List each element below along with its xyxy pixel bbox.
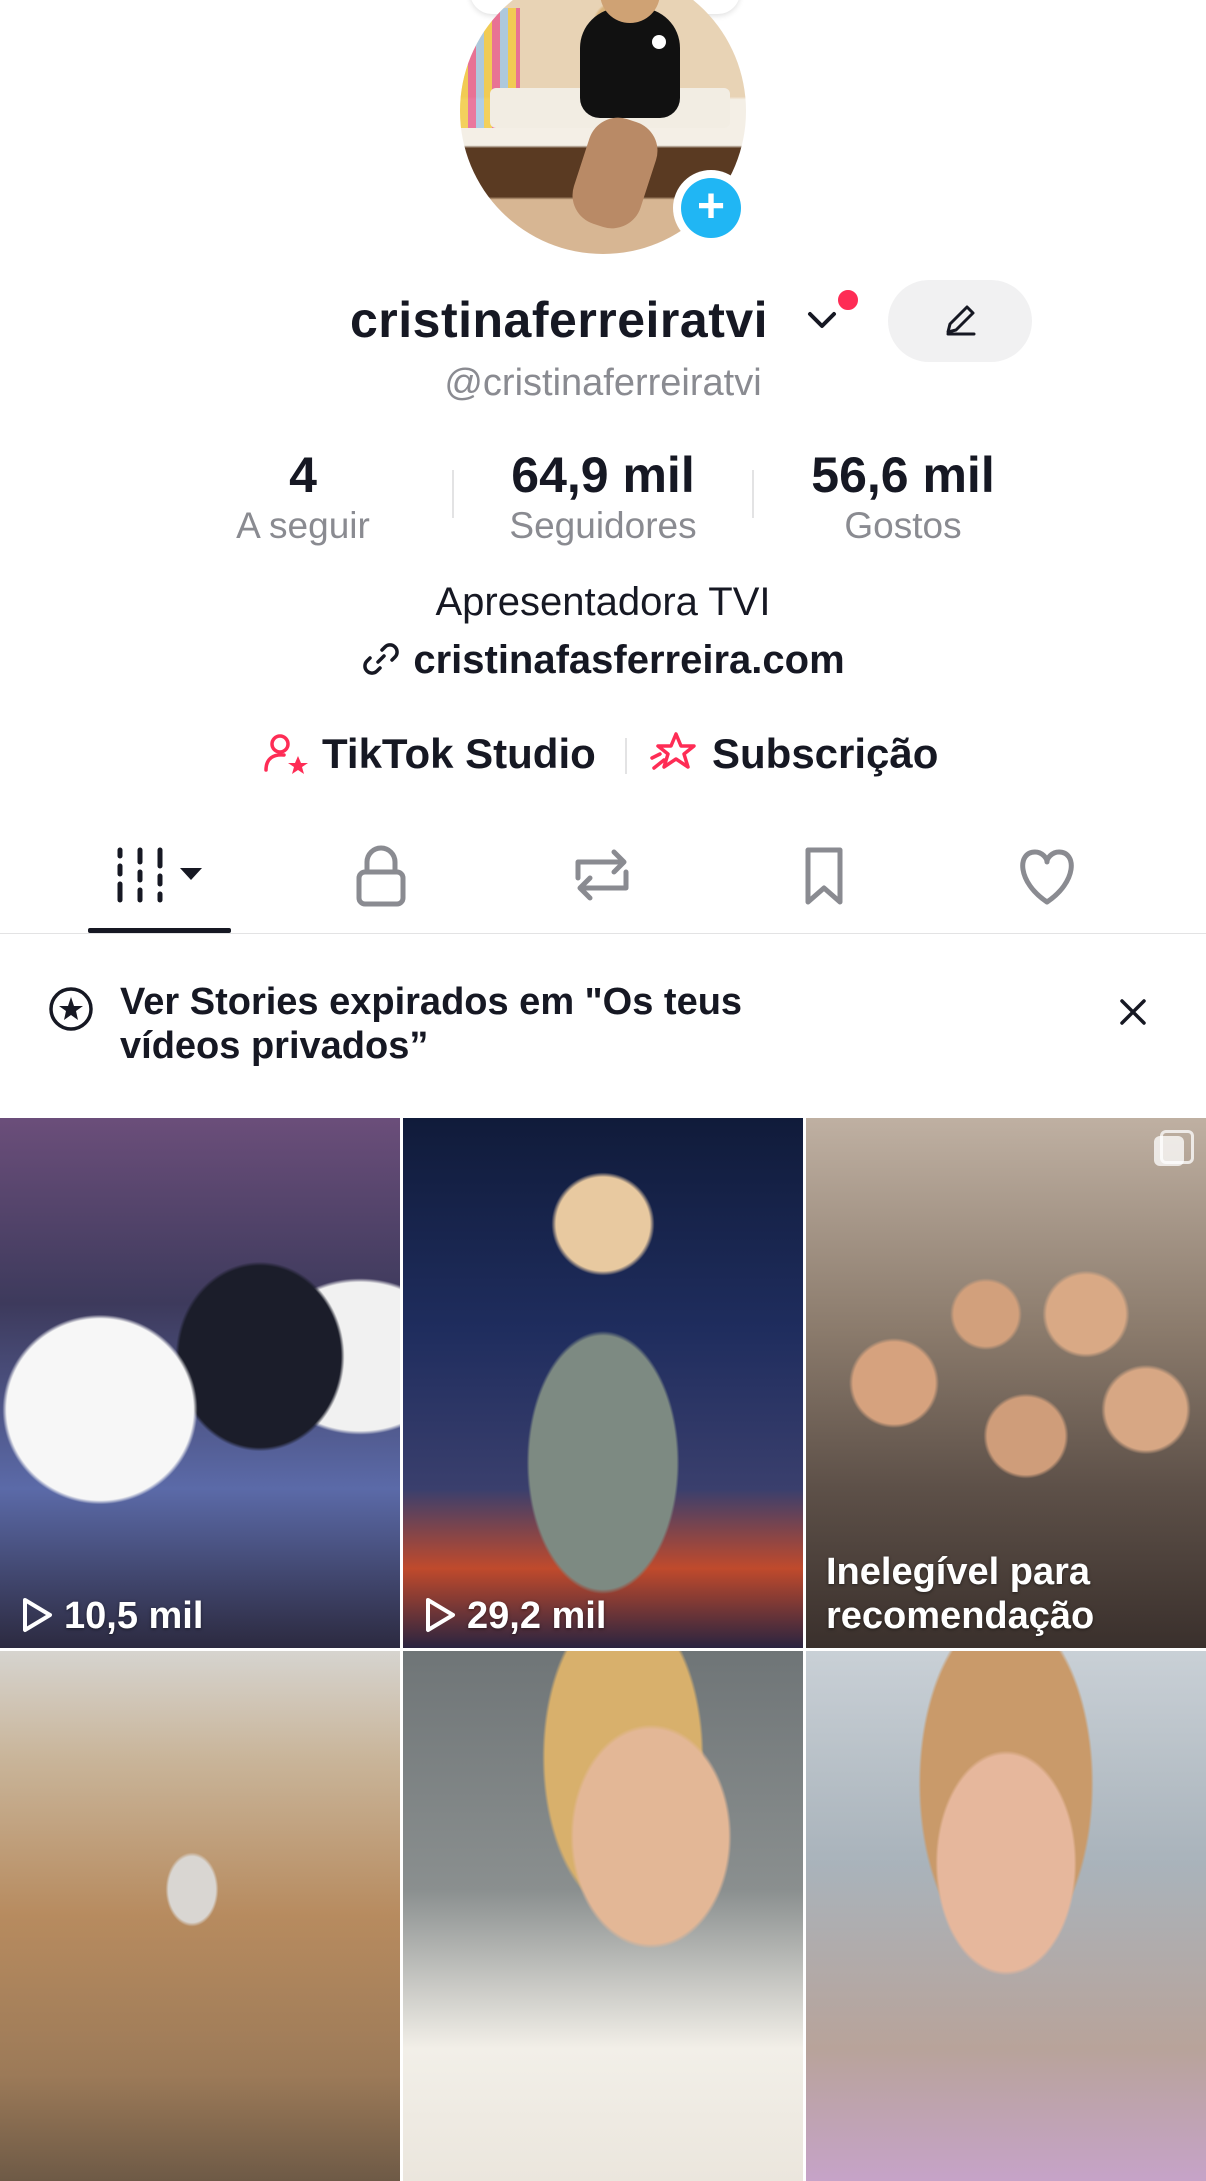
- video-thumbnail[interactable]: [0, 1651, 400, 2181]
- profile-bio: Apresentadora TVI: [435, 580, 771, 624]
- video-thumbnail[interactable]: Inelegível para recomendação: [806, 1118, 1206, 1648]
- subscription-button[interactable]: Subscrição: [650, 727, 938, 781]
- stat-likes[interactable]: 56,6 mil Gostos: [753, 445, 1053, 549]
- tabs-divider: [0, 933, 1206, 934]
- plus-icon: +: [681, 178, 741, 238]
- video-thumbnail[interactable]: 10,5 mil: [0, 1118, 400, 1648]
- video-thumbnail[interactable]: [403, 1651, 803, 2181]
- video-thumbnail[interactable]: [806, 1651, 1206, 2181]
- likes-label: Gostos: [844, 505, 962, 546]
- chevron-down-icon[interactable]: [805, 303, 839, 337]
- play-icon: [426, 1598, 455, 1632]
- followers-count: 64,9 mil: [511, 447, 695, 503]
- tiktok-studio-button[interactable]: TikTok Studio: [262, 727, 596, 781]
- repost-icon: [575, 849, 629, 901]
- following-count: 4: [289, 447, 317, 503]
- grid-filter-icon: [117, 847, 202, 903]
- bookmark-icon: [805, 847, 843, 905]
- likes-count: 56,6 mil: [811, 447, 995, 503]
- notification-dot: [835, 287, 861, 313]
- username[interactable]: cristinaferreiratvi: [350, 290, 768, 350]
- view-count: 29,2 mil: [423, 1594, 606, 1638]
- carousel-icon: [1154, 1130, 1194, 1166]
- website-link[interactable]: cristinafasferreira.com: [0, 635, 1206, 685]
- following-label: A seguir: [236, 505, 370, 546]
- view-count-text: 10,5 mil: [64, 1595, 204, 1637]
- close-icon[interactable]: [1116, 995, 1150, 1029]
- website-text: cristinafasferreira.com: [413, 638, 845, 682]
- tab-liked[interactable]: [987, 840, 1107, 910]
- add-story-button[interactable]: +: [673, 170, 749, 246]
- stories-icon: [49, 987, 93, 1031]
- pencil-icon: [946, 305, 976, 336]
- edit-profile-button[interactable]: [888, 280, 1032, 362]
- tab-private[interactable]: [321, 840, 441, 910]
- stat-followers[interactable]: 64,9 mil Seguidores: [453, 445, 753, 549]
- tab-videos[interactable]: [100, 840, 220, 910]
- lock-icon: [356, 845, 406, 907]
- heart-icon: [1020, 849, 1074, 905]
- view-count: 10,5 mil: [20, 1594, 203, 1638]
- ineligible-label: Inelegível para recomendação: [826, 1551, 1095, 1637]
- user-handle: @cristinaferreiratvi: [444, 362, 762, 404]
- play-icon: [23, 1598, 52, 1632]
- creator-star-icon: [264, 734, 308, 774]
- studio-label: TikTok Studio: [322, 730, 596, 777]
- stat-following[interactable]: 4 A seguir: [153, 445, 453, 549]
- subscription-star-icon: [650, 732, 696, 770]
- expired-stories-banner-text[interactable]: Ver Stories expirados em "Os teus vídeos…: [120, 980, 840, 1068]
- tools-divider: [625, 738, 627, 774]
- followers-label: Seguidores: [509, 505, 697, 546]
- tab-reposts[interactable]: [542, 840, 662, 910]
- story-indicator-dot: [652, 35, 666, 49]
- tab-saved[interactable]: [764, 840, 884, 910]
- subscription-label: Subscrição: [712, 730, 939, 777]
- video-thumbnail[interactable]: 29,2 mil: [403, 1118, 803, 1648]
- view-count-text: 29,2 mil: [467, 1595, 607, 1637]
- link-icon: [363, 643, 400, 675]
